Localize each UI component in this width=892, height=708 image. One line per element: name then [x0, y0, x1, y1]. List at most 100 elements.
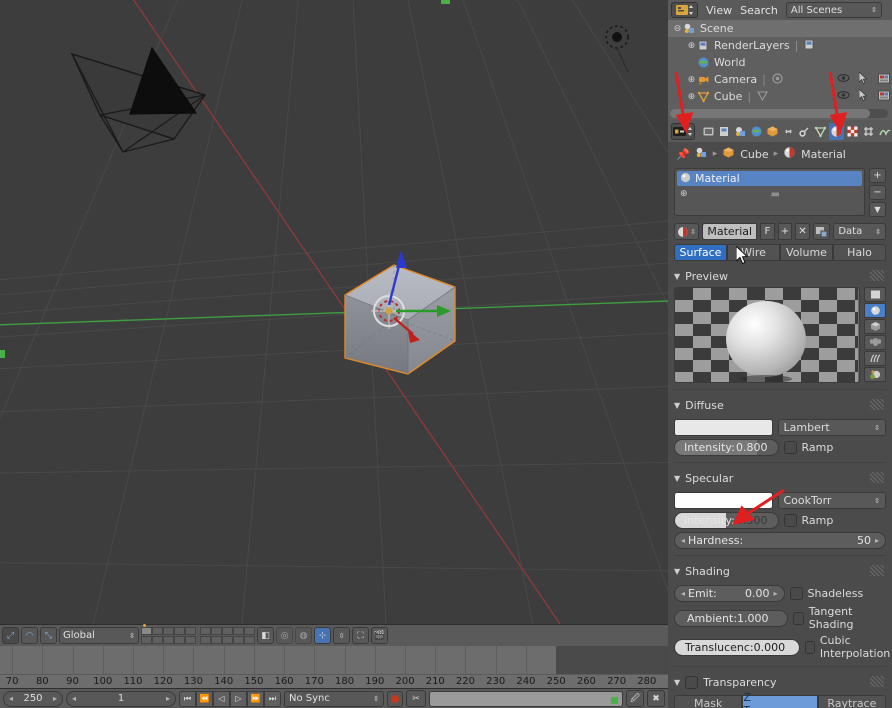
material-name-field[interactable]: Material [702, 223, 758, 240]
hair-preview-icon[interactable] [864, 351, 886, 366]
specular-intensity-slider[interactable]: Intensity: 0.500 [674, 512, 779, 529]
outliner-tree[interactable]: ⊖ Scene ⊕ RenderLayers | World ⊕ Camera | ⊕ Cube | [668, 20, 892, 105]
outliner-row-scene[interactable]: ⊖ Scene [668, 20, 892, 37]
diffuse-shader-dropdown[interactable]: Lambert ⇳ [777, 419, 886, 436]
use-nodes-button[interactable] [812, 223, 831, 240]
breadcrumb-material-label[interactable]: Material [801, 148, 846, 161]
render-preview-icon[interactable]: ◎ [276, 627, 293, 644]
outliner-editor[interactable]: View Search All Scenes ⇳ ⊖ Scene ⊕ RenderLa… [668, 0, 892, 120]
layer-19[interactable] [233, 636, 244, 644]
transform-orientation-dropdown[interactable]: Global ⇳ [59, 627, 139, 644]
material-datablock-row[interactable]: ⇳ Material F + ✕ Data ⇳ [674, 223, 886, 240]
sphere-sky-preview-icon[interactable] [864, 367, 886, 382]
texture-solid-icon[interactable]: ◍ [295, 627, 312, 644]
tangent-shading-checkbox[interactable]: Tangent Shading [792, 605, 886, 631]
tab-object-data[interactable] [813, 123, 828, 140]
transparency-mode-mask[interactable]: Mask [674, 695, 743, 708]
layer-10[interactable] [244, 627, 255, 635]
tab-particles[interactable] [877, 123, 892, 140]
unlink-material-button[interactable]: ✕ [795, 223, 810, 240]
breadcrumb-object-label[interactable]: Cube [740, 148, 768, 161]
properties-header[interactable] [668, 120, 892, 142]
properties-context-icon[interactable] [671, 122, 695, 140]
arrow-left-icon[interactable]: ◂ [681, 589, 685, 598]
diffuse-intensity-slider[interactable]: Intensity: 0.800 [674, 439, 779, 456]
layer-7[interactable] [211, 627, 222, 635]
tab-world[interactable] [749, 123, 764, 140]
cursor-icon[interactable] [858, 88, 869, 104]
specular-panel-header[interactable]: ▼ Specular [674, 470, 886, 486]
shading-panel-header[interactable]: ▼ Shading [674, 563, 886, 579]
render-opengl-icon[interactable]: 🎬 [371, 627, 388, 644]
cube-preview-icon[interactable] [864, 319, 886, 334]
layer-14[interactable] [174, 636, 185, 644]
insert-keyframe-icon[interactable]: 🖉 [626, 690, 644, 707]
viewport-shading-icon[interactable]: ◧ [257, 627, 274, 644]
pin-icon[interactable]: 📌 [676, 148, 690, 161]
layer-buttons[interactable] [141, 624, 255, 644]
keying-set-icon[interactable]: ✂ [406, 690, 426, 707]
tab-object[interactable] [765, 123, 780, 140]
play-reverse-icon[interactable]: ◁ [213, 690, 230, 707]
layer-11[interactable] [141, 636, 152, 644]
transparency-panel-header[interactable]: ▼ Transparency [674, 674, 886, 690]
tab-scene[interactable] [733, 123, 748, 140]
properties-editor[interactable]: 📌 ▸ Cube ▸ Material Material ⊕ ▬ + − ▼ ⇳… [668, 120, 892, 708]
properties-tab-row[interactable] [701, 122, 892, 140]
delete-keyframe-icon[interactable]: ✖ [647, 690, 665, 707]
preview-type-buttons[interactable] [864, 287, 886, 383]
auto-keyframe-button[interactable] [387, 690, 403, 707]
outliner-subdata-icon[interactable] [756, 89, 769, 105]
layer-18[interactable] [222, 636, 233, 644]
tab-texture[interactable] [845, 123, 860, 140]
material-slot-area[interactable]: Material ⊕ ▬ + − ▼ [674, 168, 886, 217]
tab-material[interactable] [829, 122, 844, 140]
slot-add-small-icon[interactable]: ⊕ [680, 189, 688, 199]
outliner-row-camera[interactable]: ⊕ Camera | [668, 71, 892, 88]
layer-12[interactable] [152, 636, 163, 644]
new-material-button[interactable]: + [777, 223, 793, 240]
cursor-icon[interactable] [858, 71, 869, 87]
slot-specials-button[interactable]: ▼ [869, 202, 886, 217]
tab-render-layers[interactable] [717, 123, 732, 140]
sphere-preview-icon[interactable] [864, 303, 886, 318]
expand-icon[interactable]: ⊕ [686, 91, 697, 102]
material-slot-buttons[interactable]: + − ▼ [869, 168, 886, 217]
eye-icon[interactable] [837, 73, 850, 86]
remove-slot-button[interactable]: − [869, 185, 886, 200]
specular-hardness-field[interactable]: ◂ Hardness: 50 ▸ [674, 532, 886, 549]
specular-shader-dropdown[interactable]: CookTorr ⇳ [777, 492, 886, 509]
render-icon[interactable] [878, 73, 890, 87]
arrow-right-icon[interactable]: ▸ [875, 536, 879, 545]
timeline-editor[interactable]: 70 80 90 100 110 120 130 140 150 160 170 180 190 200 2… [0, 646, 668, 688]
manipulator-translate-icon[interactable]: ⤢ [2, 627, 19, 644]
outliner-row-world[interactable]: World [668, 54, 892, 71]
pivot-dropdown-icon[interactable]: ⇳ [333, 627, 350, 644]
scene-filter-dropdown[interactable]: All Scenes ⇳ [785, 2, 882, 18]
layer-13[interactable] [163, 636, 174, 644]
outliner-restriction-toggles[interactable] [837, 88, 890, 105]
manipulator-scale-icon[interactable]: ⤡ [40, 627, 57, 644]
material-type-volume[interactable]: Volume [780, 244, 833, 261]
material-type-surface[interactable]: Surface [674, 244, 727, 261]
layer-2[interactable] [152, 627, 163, 635]
layer-6[interactable] [200, 627, 211, 635]
outliner-view-menu[interactable]: View [706, 4, 732, 17]
current-frame-field[interactable]: ◂ 1 ▸ [66, 690, 176, 707]
outliner-search-menu[interactable]: Search [740, 4, 778, 17]
play-icon[interactable]: ▷ [230, 690, 247, 707]
flat-preview-icon[interactable] [864, 287, 886, 302]
next-keyframe-icon[interactable]: ⏩ [247, 690, 264, 707]
ambient-field[interactable]: Ambient: 1.000 [674, 609, 788, 627]
outliner-display-mode-icon[interactable] [671, 2, 698, 18]
transparency-mode-tabs[interactable]: MaskZ TransparencyRaytrace [674, 691, 887, 708]
diffuse-panel-header[interactable]: ▼ Diffuse [674, 397, 886, 413]
outliner-row-cube[interactable]: ⊕ Cube | [668, 88, 892, 105]
browse-material-button[interactable]: ⇳ [674, 223, 700, 240]
playback-controls[interactable]: ⏮ ⏪ ◁ ▷ ⏩ ⏭ [179, 690, 281, 707]
breadcrumb[interactable]: 📌 ▸ Cube ▸ Material [668, 142, 892, 166]
jump-start-icon[interactable]: ⏮ [179, 690, 196, 707]
render-icon[interactable] [878, 90, 890, 104]
transparency-mode-raytrace[interactable]: Raytrace [817, 695, 887, 708]
outliner-subdata-icon[interactable] [771, 72, 784, 88]
